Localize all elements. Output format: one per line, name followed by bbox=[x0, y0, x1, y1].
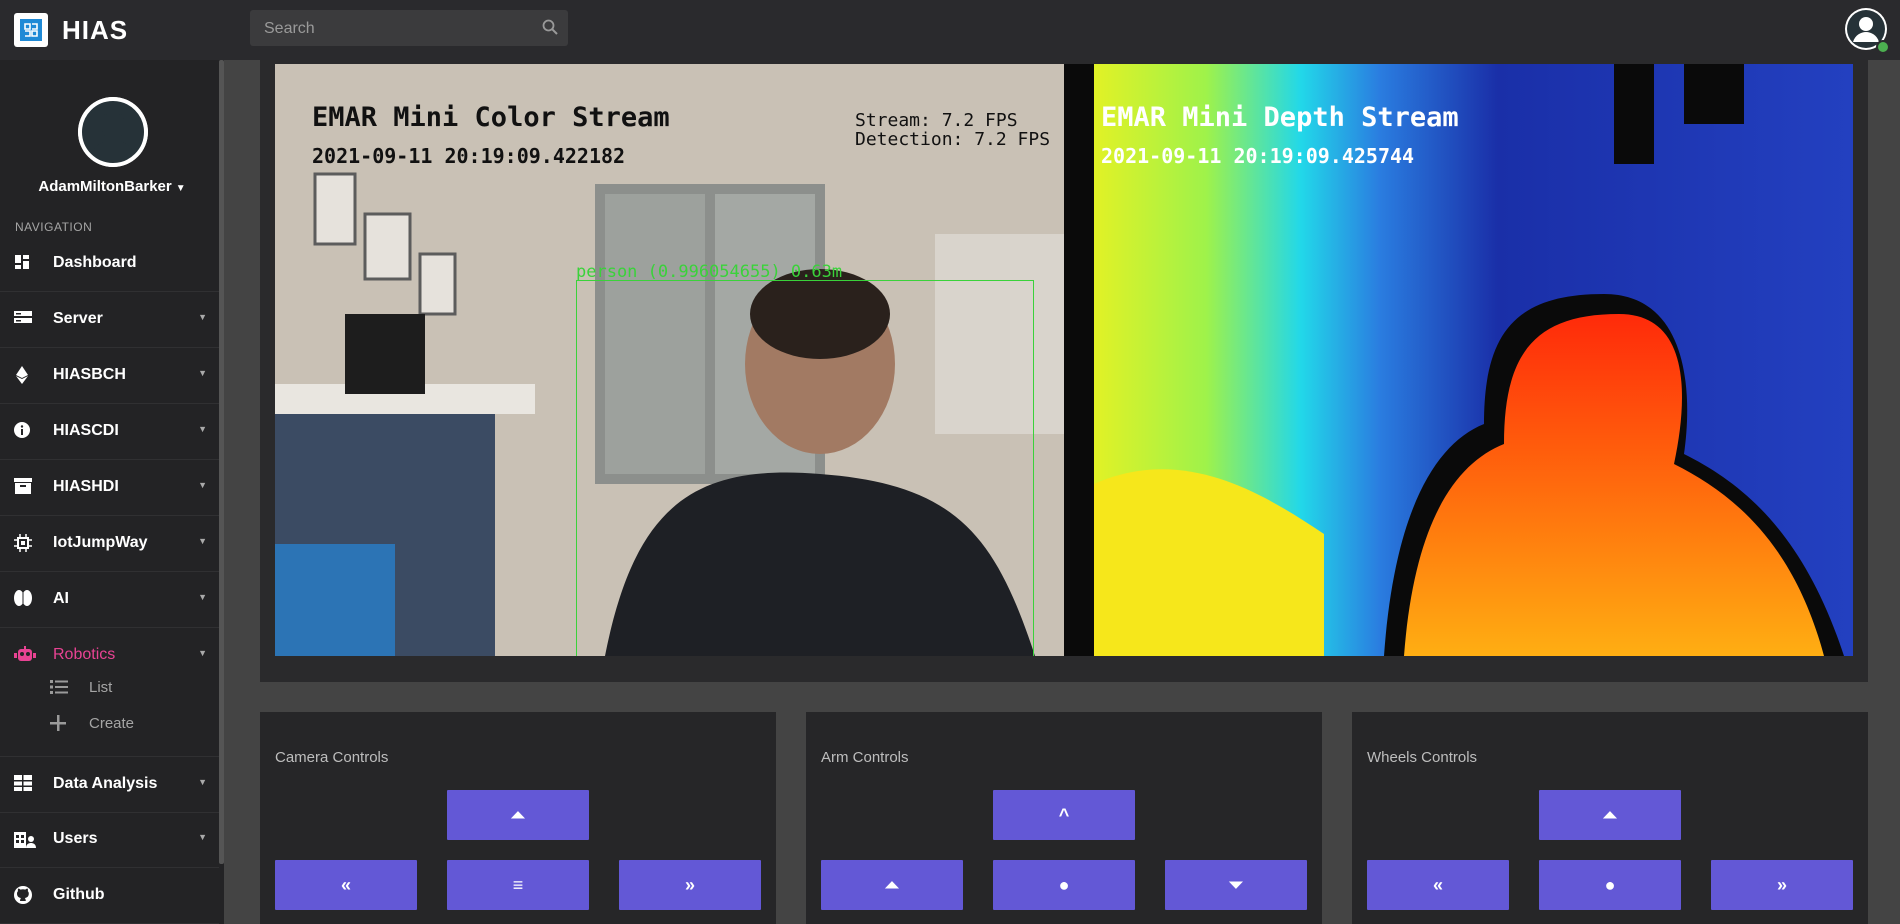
depth-stream-timestamp: 2021-09-11 20:19:09.425744 bbox=[1101, 144, 1415, 168]
sidebar-item-label: Users bbox=[53, 830, 98, 847]
chevron-down-icon: ▼ bbox=[198, 312, 207, 322]
online-status-dot bbox=[1876, 40, 1890, 54]
sidebar-subitem-label: List bbox=[89, 679, 113, 696]
sidebar-item-github[interactable]: Github bbox=[0, 868, 219, 924]
camera-up-button[interactable]: ⏶ bbox=[447, 790, 589, 840]
sidebar-item-ai[interactable]: AI ▼ bbox=[0, 572, 219, 628]
table-icon bbox=[14, 775, 34, 795]
arm-controls-panel: Arm Controls ^ ⏶ ● ⏷ bbox=[806, 712, 1322, 924]
color-stream-timestamp: 2021-09-11 20:19:09.422182 bbox=[312, 144, 626, 168]
profile-username-text: AdamMiltonBarker bbox=[38, 178, 172, 195]
depth-stream-feed: EMAR Mini Depth Stream 2021-09-11 20:19:… bbox=[1064, 64, 1853, 656]
robot-icon bbox=[14, 646, 36, 666]
detection-fps: Detection: 7.2 FPS bbox=[855, 129, 1051, 150]
dashboard-icon bbox=[14, 254, 34, 274]
person-detection-label: person (0.996054655) 0.63m bbox=[576, 262, 843, 282]
video-panel: EMAR Mini Color Stream 2021-09-11 20:19:… bbox=[260, 60, 1868, 682]
plus-icon bbox=[50, 715, 66, 736]
sidebar-item-hiashdi[interactable]: HIASHDI ▼ bbox=[0, 460, 219, 516]
sidebar-item-label: Dashboard bbox=[53, 254, 137, 271]
color-stream-feed: EMAR Mini Color Stream 2021-09-11 20:19:… bbox=[275, 64, 1064, 656]
sidebar-item-label: Robotics bbox=[53, 646, 116, 663]
sidebar-subitem-create[interactable]: Create bbox=[0, 708, 219, 740]
search-icon[interactable] bbox=[542, 19, 558, 40]
sidebar-item-label: Server bbox=[53, 310, 103, 327]
sidebar-item-label: HIASBCH bbox=[53, 366, 126, 383]
arm-raise-button[interactable]: ⏶ bbox=[821, 860, 963, 910]
ethereum-icon bbox=[14, 366, 34, 386]
brain-icon bbox=[14, 590, 34, 610]
arm-controls-title: Arm Controls bbox=[821, 749, 909, 766]
sidebar-item-server[interactable]: Server ▼ bbox=[0, 292, 219, 348]
wheels-right-button[interactable]: » bbox=[1711, 860, 1853, 910]
wheels-controls-panel: Wheels Controls ⏶ « ● » bbox=[1352, 712, 1868, 924]
chevron-down-icon: ▼ bbox=[198, 480, 207, 490]
arm-up-button[interactable]: ^ bbox=[993, 790, 1135, 840]
camera-right-button[interactable]: » bbox=[619, 860, 761, 910]
server-icon bbox=[14, 310, 34, 330]
profile-avatar[interactable] bbox=[78, 97, 148, 167]
info-icon bbox=[14, 422, 34, 442]
sidebar-item-label: HIASCDI bbox=[53, 422, 119, 439]
search-box bbox=[250, 10, 568, 48]
sidebar-subitem-label: Create bbox=[89, 715, 135, 732]
chevron-down-icon: ▼ bbox=[198, 424, 207, 434]
top-bar: HIAS bbox=[0, 0, 1900, 60]
sidebar-scrollbar[interactable] bbox=[219, 60, 224, 864]
chevron-down-icon: ▼ bbox=[198, 592, 207, 602]
sidebar-item-users[interactable]: Users ▼ bbox=[0, 812, 219, 868]
hias-logo-icon[interactable] bbox=[14, 13, 48, 47]
camera-center-button[interactable]: ≡ bbox=[447, 860, 589, 910]
chevron-down-icon: ▼ bbox=[198, 777, 207, 787]
stream-fps: Stream: 7.2 FPS bbox=[855, 110, 1018, 131]
list-icon bbox=[50, 679, 68, 700]
sidebar-item-data-analysis[interactable]: Data Analysis ▼ bbox=[0, 756, 219, 813]
sidebar: AdamMiltonBarker ▼ NAVIGATION Dashboard S… bbox=[0, 60, 224, 924]
github-icon bbox=[14, 886, 34, 906]
caret-down-icon: ▼ bbox=[175, 183, 186, 194]
camera-controls-panel: Camera Controls ⏶ « ≡ » bbox=[260, 712, 776, 924]
camera-left-button[interactable]: « bbox=[275, 860, 417, 910]
chevron-down-icon: ▼ bbox=[198, 536, 207, 546]
wheels-controls-title: Wheels Controls bbox=[1367, 749, 1478, 766]
depth-stream-title: EMAR Mini Depth Stream bbox=[1101, 102, 1459, 133]
chevron-down-icon: ▼ bbox=[198, 832, 207, 842]
arm-lower-button[interactable]: ⏷ bbox=[1165, 860, 1307, 910]
sidebar-item-label: Data Analysis bbox=[53, 775, 158, 792]
sidebar-item-label: HIASHDI bbox=[53, 478, 119, 495]
arm-stop-button[interactable]: ● bbox=[993, 860, 1135, 910]
wheels-left-button[interactable]: « bbox=[1367, 860, 1509, 910]
chevron-down-icon: ▼ bbox=[198, 368, 207, 378]
wheels-stop-button[interactable]: ● bbox=[1539, 860, 1681, 910]
nav-heading: NAVIGATION bbox=[15, 220, 93, 234]
chevron-down-icon: ▼ bbox=[198, 648, 207, 658]
wheels-forward-button[interactable]: ⏶ bbox=[1539, 790, 1681, 840]
sidebar-item-label: Github bbox=[53, 886, 105, 903]
search-input[interactable] bbox=[262, 10, 536, 48]
sidebar-item-label: AI bbox=[53, 590, 69, 607]
profile-username[interactable]: AdamMiltonBarker ▼ bbox=[0, 178, 224, 195]
camera-controls-title: Camera Controls bbox=[275, 749, 389, 766]
app-brand[interactable]: HIAS bbox=[62, 15, 128, 46]
archive-icon bbox=[14, 478, 34, 498]
sidebar-item-hiasbch[interactable]: HIASBCH ▼ bbox=[0, 348, 219, 404]
sidebar-item-dashboard[interactable]: Dashboard bbox=[0, 236, 219, 292]
sidebar-item-iotjumpway[interactable]: IotJumpWay ▼ bbox=[0, 516, 219, 572]
chip-icon bbox=[14, 534, 34, 554]
sidebar-subitem-list[interactable]: List bbox=[0, 672, 219, 704]
sidebar-item-hiascdi[interactable]: HIASCDI ▼ bbox=[0, 404, 219, 460]
color-stream-title: EMAR Mini Color Stream bbox=[312, 102, 670, 133]
users-icon bbox=[14, 830, 36, 850]
sidebar-item-label: IotJumpWay bbox=[53, 534, 148, 551]
person-detection-box bbox=[576, 280, 1034, 656]
